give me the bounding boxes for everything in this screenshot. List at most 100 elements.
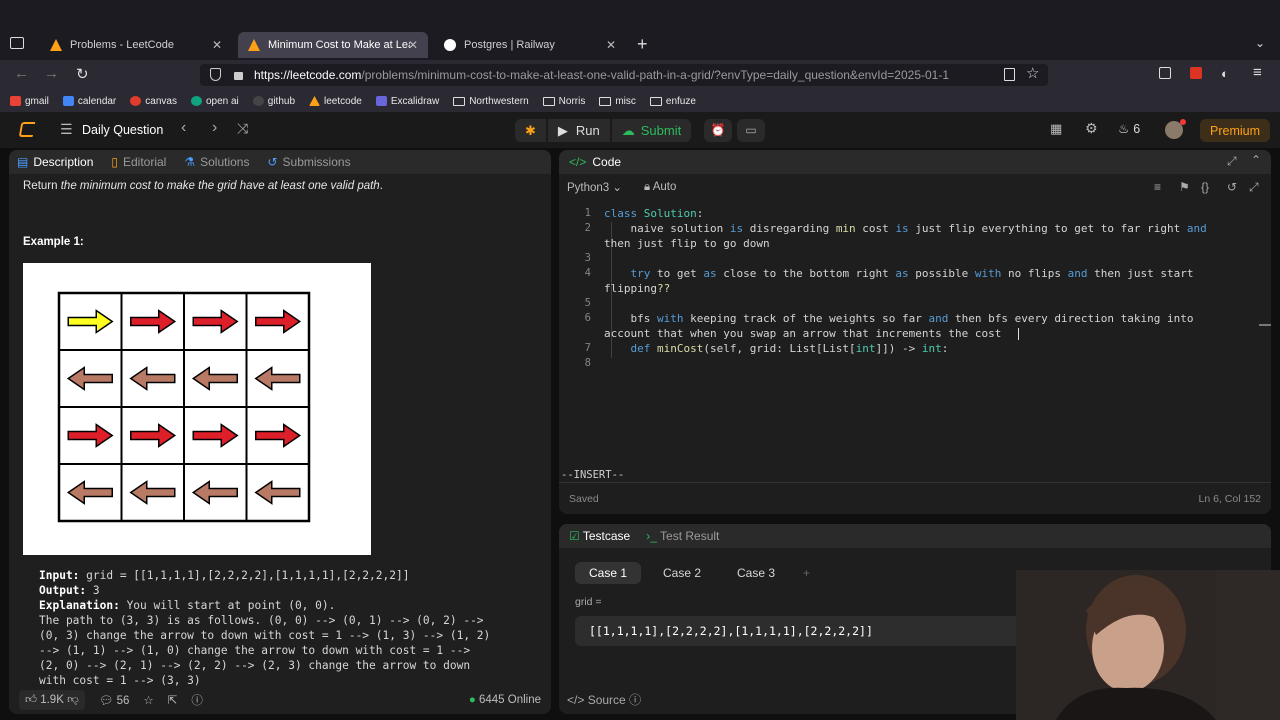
reader-view-icon[interactable] <box>1004 68 1015 81</box>
layout-icon[interactable]: ▦ <box>1050 121 1062 137</box>
code-token: Solution <box>643 207 697 220</box>
bookmark-calendar[interactable]: calendar <box>62 96 116 107</box>
chevron-down-icon: ⌄ <box>612 182 623 194</box>
tab-solutions[interactable]: ⚗ Solutions <box>184 155 249 169</box>
share-icon[interactable]: ⇱ <box>168 693 178 707</box>
problem-list-icon[interactable]: ☰ <box>60 121 73 138</box>
reload-icon[interactable]: ↻ <box>76 65 89 83</box>
help-icon[interactable]: ⓘ <box>191 692 203 708</box>
incognito-icon[interactable]: ◐ <box>1221 66 1229 81</box>
format-icon[interactable]: ≡ <box>1154 180 1161 194</box>
tab-minimum-cost[interactable]: Minimum Cost to Make at Least ✕ <box>238 32 428 58</box>
settings-gear-icon[interactable]: ⚙ <box>1085 120 1098 137</box>
url-field[interactable]: https://leetcode.com/problems/minimum-co… <box>200 64 1048 86</box>
bookmark-enfuze[interactable]: enfuze <box>649 96 696 107</box>
explanation-line: The path to (3, 3) is as follows. (0, 0)… <box>39 614 484 627</box>
bookmark-misc[interactable]: misc <box>599 96 636 107</box>
url-path: /problems/minimum-cost-to-make-at-least-… <box>361 68 950 82</box>
favorite-star-icon[interactable]: ☆ <box>143 693 153 707</box>
tab-editorial[interactable]: ▯ Editorial <box>111 155 166 169</box>
editor-toolbar: Python3 ⌄ 🔒︎ Auto <box>567 178 676 196</box>
tab-list-chevron-icon[interactable]: ⌄ <box>1255 36 1265 50</box>
collapse-chevron-icon[interactable]: ⌃ <box>1251 153 1261 167</box>
submit-button[interactable]: ☁ Submit <box>611 119 692 142</box>
maximize-icon[interactable]: ⤢ <box>1227 154 1237 169</box>
tab-test-result[interactable]: ›_ Test Result <box>646 529 719 543</box>
close-tab-icon[interactable]: ✕ <box>408 38 418 52</box>
bookmark-leetcode[interactable]: leetcode <box>309 96 362 107</box>
bookmark-openai[interactable]: open ai <box>190 96 239 107</box>
extensions-icon[interactable] <box>1159 67 1171 79</box>
explanation-line: --> (1, 1) --> (1, 0) change the arrow t… <box>39 644 471 657</box>
reset-icon[interactable]: ↺ <box>1227 180 1237 194</box>
case-3-tab[interactable]: Case 3 <box>723 562 789 584</box>
code-token: then just start <box>1087 267 1194 280</box>
grid-input-field[interactable]: [[1,1,1,1],[2,2,2,2],[1,1,1,1],[2,2,2,2]… <box>575 616 1021 646</box>
timer-icon[interactable]: ⏰ <box>704 119 732 142</box>
tab-overview-icon[interactable] <box>10 37 24 49</box>
text-cursor <box>1018 328 1019 340</box>
bookmark-northwestern[interactable]: Northwestern <box>453 96 529 107</box>
new-tab-icon[interactable]: + <box>637 34 648 55</box>
close-tab-icon[interactable]: ✕ <box>212 38 222 52</box>
debug-button[interactable]: ✱ <box>515 119 546 142</box>
tab-testcase[interactable]: ☑ Testcase <box>569 529 630 543</box>
code-token: int <box>855 342 876 355</box>
bookmark-star-icon[interactable]: ☆ <box>1026 64 1039 82</box>
bookmark-norris[interactable]: Norris <box>542 96 585 107</box>
streak-button[interactable]: ♨ 6 <box>1118 121 1140 136</box>
comments-button[interactable]: 💬︎ 56 <box>99 693 130 707</box>
notes-icon[interactable]: ▭ <box>737 119 765 142</box>
close-tab-icon[interactable]: ✕ <box>606 38 616 52</box>
tab-postgres-railway[interactable]: Postgres | Railway ✕ <box>434 32 626 58</box>
fullscreen-icon[interactable]: ⤢ <box>1249 180 1259 195</box>
tab-description[interactable]: ▤ Description <box>17 155 93 169</box>
source-link[interactable]: </> Source ⓘ <box>567 691 641 708</box>
tab-label: Description <box>33 155 94 169</box>
shuffle-icon[interactable]: ⤨ <box>237 120 248 137</box>
bookmark-github[interactable]: github <box>252 96 295 107</box>
check-icon: ☑ <box>569 529 583 543</box>
back-icon[interactable]: ← <box>14 65 29 82</box>
folder-icon <box>599 96 612 106</box>
explanation-line: You will start at point (0, 0). <box>119 599 336 612</box>
leetcode-logo-icon[interactable] <box>18 122 36 137</box>
code-line: class Solution: <box>604 207 703 220</box>
editorial-icon: ▯ <box>111 155 118 169</box>
scrollbar-marker[interactable] <box>1259 324 1271 326</box>
excalidraw-icon <box>375 96 387 106</box>
page-title[interactable]: Daily Question <box>82 123 163 137</box>
online-count: ● 6445 Online <box>469 694 541 706</box>
line-number: 1 <box>584 207 591 219</box>
line-number: 4 <box>584 267 591 279</box>
case-1-tab[interactable]: Case 1 <box>575 562 642 584</box>
bookmark-icon[interactable]: ⚑ <box>1179 180 1190 194</box>
language-select[interactable]: Python3 ⌄ <box>567 180 622 194</box>
bookmark-excalidraw[interactable]: Excalidraw <box>375 96 439 107</box>
bookmark-gmail[interactable]: gmail <box>10 96 49 107</box>
premium-button[interactable]: Premium <box>1200 119 1271 142</box>
github-icon <box>252 96 264 106</box>
next-problem-icon[interactable]: › <box>212 119 217 137</box>
like-button[interactable]: 👍︎ 1.9K 👎︎ <box>19 690 85 710</box>
prev-problem-icon[interactable]: ‹ <box>181 119 186 137</box>
extension-badge-icon[interactable] <box>1190 67 1202 79</box>
code-token: is <box>729 222 744 235</box>
braces-icon[interactable]: {} <box>1201 180 1209 194</box>
tab-submissions[interactable]: ↺ Submissions <box>267 155 350 169</box>
comment-count: 56 <box>116 695 130 707</box>
code-icon: </> <box>569 155 587 169</box>
code-token: : <box>696 207 704 220</box>
add-case-button[interactable]: + <box>789 562 824 584</box>
problem-return-text: Return the minimum cost to make the grid… <box>23 180 383 192</box>
forward-icon[interactable]: → <box>44 65 59 82</box>
bookmark-canvas[interactable]: canvas <box>130 96 177 107</box>
cloud-upload-icon: ☁ <box>621 122 635 138</box>
leetcode-icon <box>50 39 62 51</box>
auto-mode-toggle[interactable]: 🔒︎ Auto <box>644 181 676 194</box>
code-token: possible <box>908 267 975 280</box>
run-button[interactable]: ▶ Run <box>547 119 610 142</box>
case-2-tab[interactable]: Case 2 <box>649 562 715 584</box>
menu-icon[interactable]: ≡ <box>1253 64 1262 81</box>
tab-problems[interactable]: Problems - LeetCode ✕ <box>40 32 232 58</box>
